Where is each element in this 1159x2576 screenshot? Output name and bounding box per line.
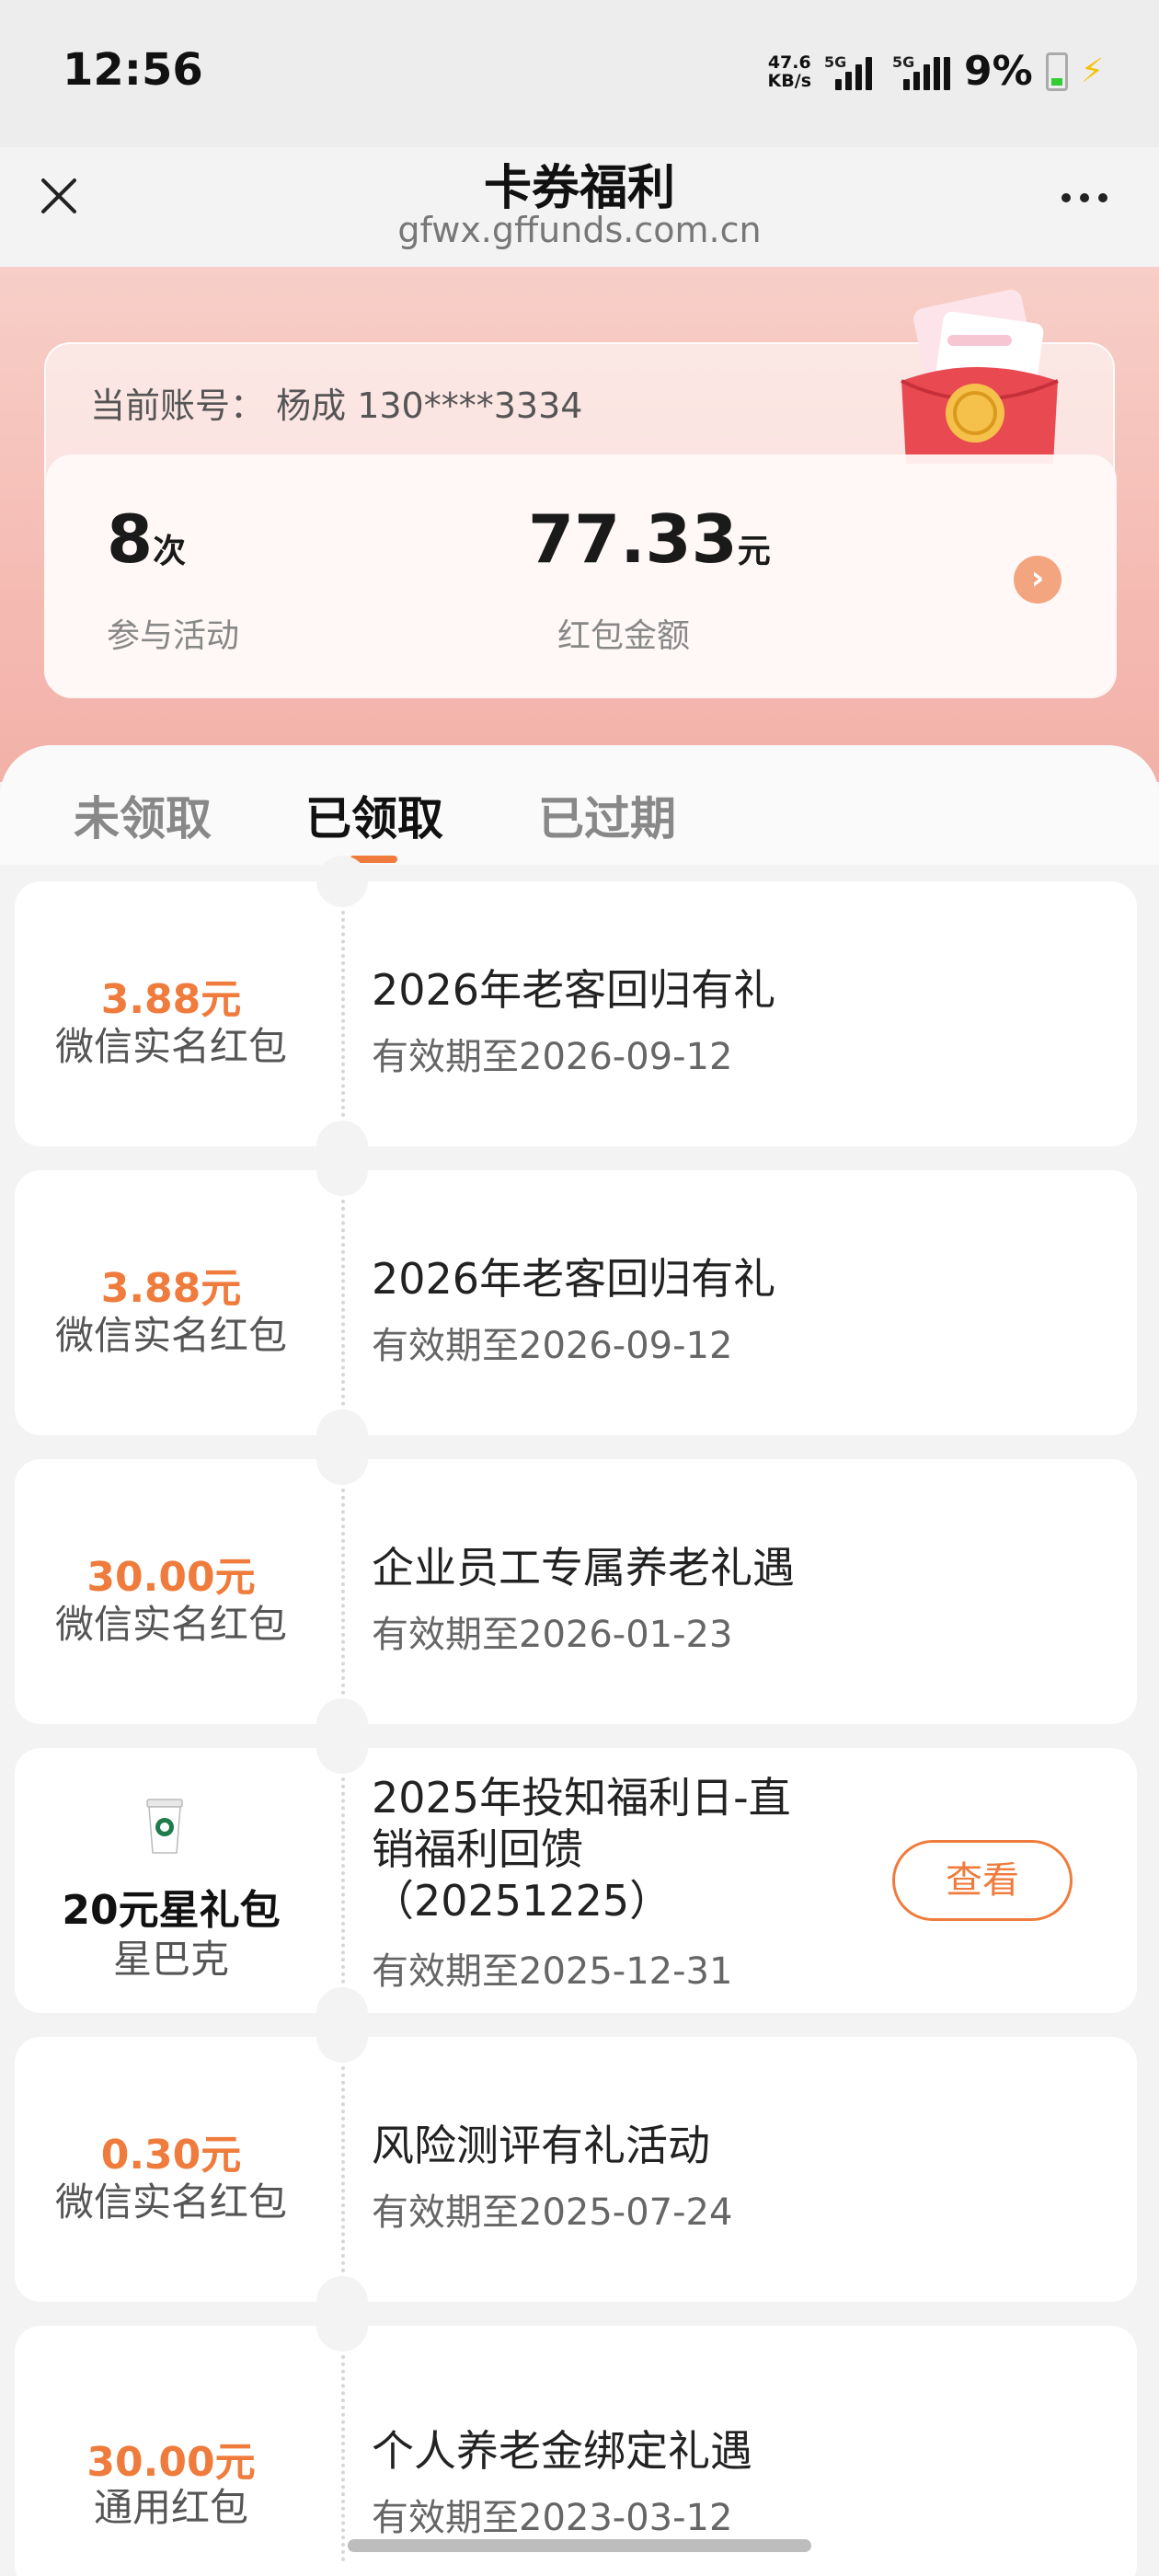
account-value: 杨成 130****3334 bbox=[276, 385, 583, 426]
signal-icon: 5G bbox=[824, 53, 879, 90]
coupon-title: 企业员工专属养老礼遇 bbox=[372, 1543, 795, 1593]
coupon-type: 微信实名红包 bbox=[54, 1313, 287, 1358]
coupon-title: 2026年老客回归有礼 bbox=[372, 1254, 776, 1304]
coupon-brand: 星巴克 bbox=[112, 1937, 229, 1982]
coupon-gift-name: 20元星礼包 bbox=[62, 1887, 281, 1934]
coupon-value: 3.88元 微信实名红包 bbox=[15, 1170, 327, 1435]
coupon-type: 微信实名红包 bbox=[54, 1602, 287, 1647]
red-envelope-icon bbox=[901, 289, 1059, 464]
coupon-title: 2025年投知福利日-直 销福利回馈 （20251225） bbox=[372, 1773, 791, 1926]
signal-label: 5G bbox=[892, 52, 915, 71]
view-button[interactable]: 查看 bbox=[892, 1840, 1073, 1921]
status-icons: 47.6 KB/s 5G 5G 9% ⚡ bbox=[768, 48, 1104, 95]
coupon-value: 20元星礼包 星巴克 bbox=[15, 1748, 327, 2013]
more-icon[interactable] bbox=[1061, 193, 1107, 202]
stats-panel[interactable]: 8次 参与活动 77.33元 红包金额 › bbox=[46, 454, 1117, 698]
coupon-card[interactable]: 3.88元 微信实名红包 2026年老客回归有礼 有效期至2026-09-12 bbox=[15, 856, 1137, 1172]
coupon-title: 2026年老客回归有礼 bbox=[372, 965, 776, 1015]
status-time: 12:56 bbox=[63, 44, 203, 96]
redpacket-amount-label: 红包金额 bbox=[557, 617, 691, 655]
page-url: gfwx.gffunds.com.cn bbox=[397, 210, 762, 250]
redpacket-amount: 77.33元 bbox=[528, 500, 771, 578]
home-indicator[interactable] bbox=[348, 2539, 811, 2552]
battery-icon bbox=[1045, 52, 1068, 91]
chevron-right-icon[interactable]: › bbox=[1014, 556, 1061, 604]
coupon-expiry: 有效期至2023-03-12 bbox=[372, 2497, 733, 2539]
coupon-expiry: 有效期至2025-07-24 bbox=[372, 2191, 733, 2234]
battery-percent: 9% bbox=[964, 48, 1033, 95]
tab-expired[interactable]: 已过期 bbox=[538, 782, 676, 848]
coupon-card[interactable]: 3.88元 微信实名红包 2026年老客回归有礼 有效期至2026-09-12 bbox=[15, 1144, 1137, 1461]
coupon-card[interactable]: 20元星礼包 星巴克 2025年投知福利日-直 销福利回馈 （20251225）… bbox=[15, 1722, 1137, 2039]
coupon-title: 个人养老金绑定礼遇 bbox=[372, 2426, 752, 2476]
tab-bar: 未领取 已领取 已过期 bbox=[0, 745, 1159, 865]
charging-icon: ⚡ bbox=[1080, 52, 1104, 90]
coffee-cup-icon bbox=[146, 1799, 183, 1854]
account-card: 当前账号： 杨成 130****3334 8次 参与活动 77.33元 红包金额… bbox=[44, 289, 1117, 698]
coupon-type: 微信实名红包 bbox=[54, 1024, 287, 1069]
account-info: 当前账号： 杨成 130****3334 bbox=[90, 377, 582, 428]
signal-label: 5G bbox=[824, 52, 847, 71]
page-title: 卡券福利 bbox=[483, 161, 675, 216]
status-bar: 12:56 47.6 KB/s 5G 5G 9% ⚡ bbox=[0, 0, 1159, 147]
account-label: 当前账号： bbox=[90, 385, 266, 426]
coupon-type: 微信实名红包 bbox=[54, 2179, 287, 2225]
signal-icon: 5G bbox=[892, 53, 951, 90]
coupon-value: 3.88元 微信实名红包 bbox=[15, 881, 327, 1146]
activities-label: 参与活动 bbox=[107, 617, 240, 655]
coupon-type: 通用红包 bbox=[93, 2485, 248, 2530]
tab-unclaimed[interactable]: 未领取 bbox=[74, 782, 212, 848]
coupon-expiry: 有效期至2026-09-12 bbox=[372, 1036, 733, 1078]
coupon-panel: 未领取 已领取 已过期 3.88元 微信实名红包 2026年老客回归有礼 有效期… bbox=[0, 745, 1159, 2576]
coupon-value: 30.00元 微信实名红包 bbox=[15, 1459, 327, 1724]
coupon-expiry: 有效期至2025-12-31 bbox=[372, 1950, 733, 1993]
hero-banner: 当前账号： 杨成 130****3334 8次 参与活动 77.33元 红包金额… bbox=[0, 267, 1159, 782]
coupon-title: 风险测评有礼活动 bbox=[372, 2121, 710, 2170]
coupon-value: 30.00元 通用红包 bbox=[15, 2326, 327, 2576]
coupon-expiry: 有效期至2026-09-12 bbox=[372, 1325, 733, 1367]
coupon-card[interactable]: 30.00元 微信实名红包 企业员工专属养老礼遇 有效期至2026-01-23 bbox=[15, 1433, 1137, 1750]
coupon-expiry: 有效期至2026-01-23 bbox=[372, 1614, 733, 1656]
network-speed: 47.6 KB/s bbox=[767, 52, 812, 91]
coupon-value: 0.30元 微信实名红包 bbox=[15, 2037, 327, 2302]
activities-count: 8次 bbox=[107, 500, 187, 578]
coupon-card[interactable]: 0.30元 微信实名红包 风险测评有礼活动 有效期至2025-07-24 bbox=[15, 2011, 1137, 2328]
tab-claimed[interactable]: 已领取 bbox=[305, 782, 443, 848]
